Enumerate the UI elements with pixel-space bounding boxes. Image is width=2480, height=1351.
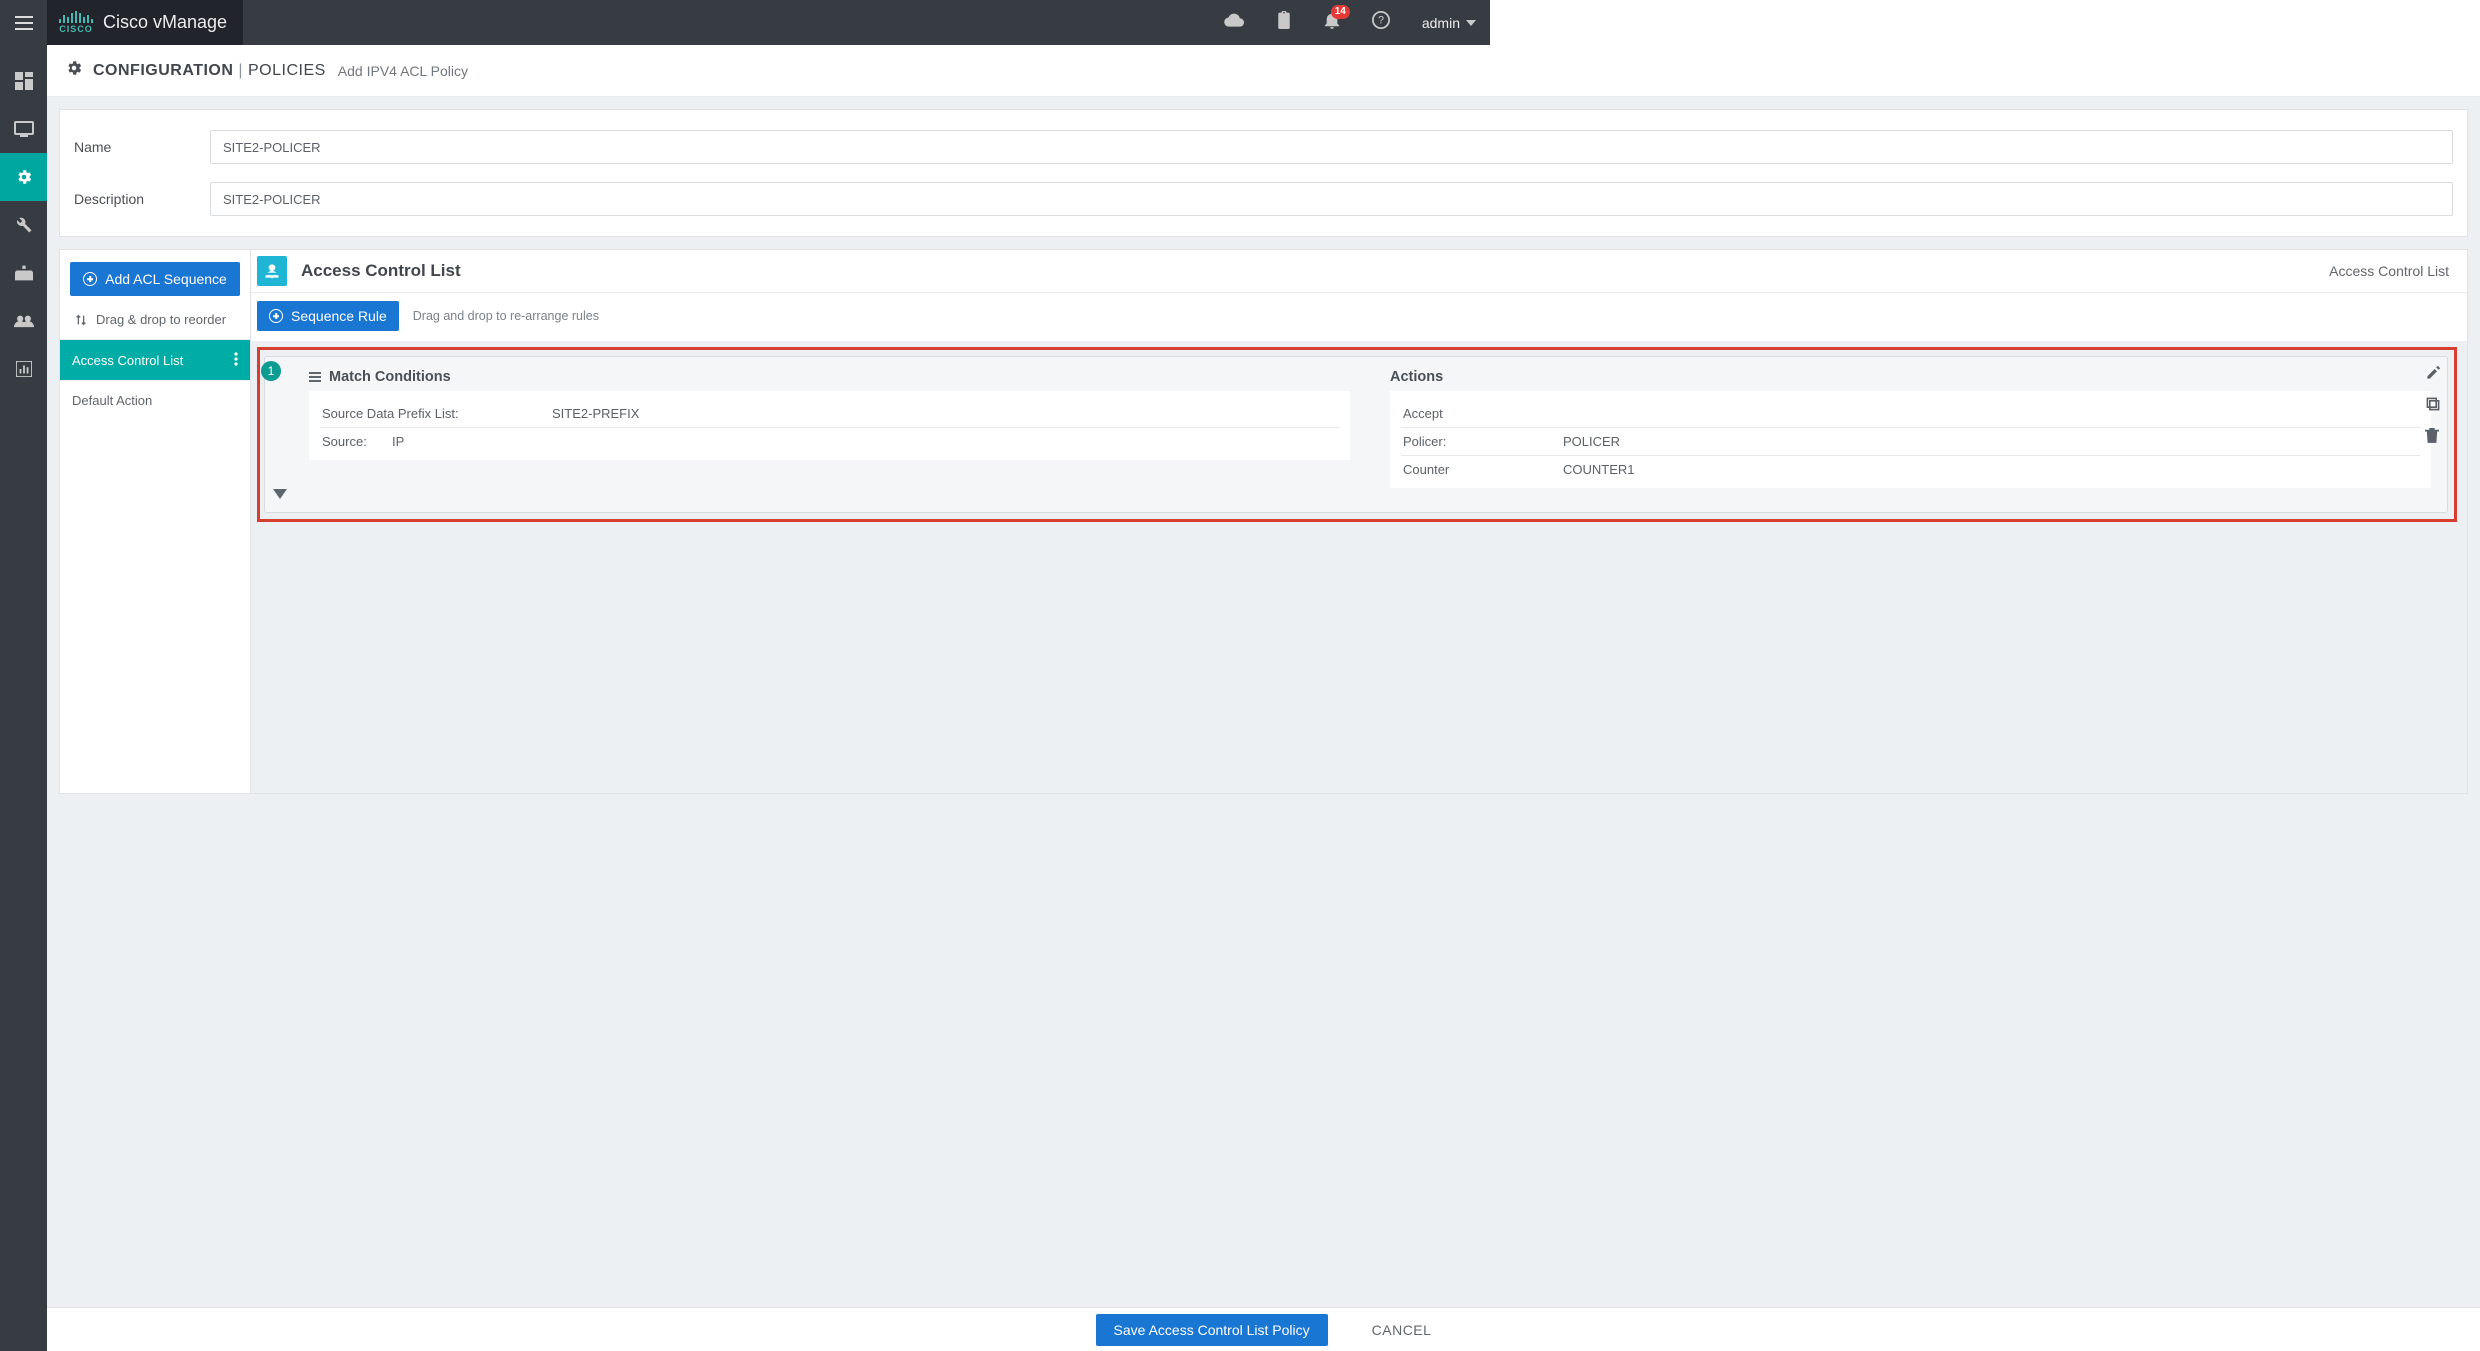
hamburger-menu-button[interactable] bbox=[0, 0, 47, 45]
nav-monitor[interactable] bbox=[0, 105, 47, 153]
nav-maintenance[interactable] bbox=[0, 249, 47, 297]
match-label: Source Data Prefix List: bbox=[322, 406, 552, 421]
rule-area-breadcrumb: Access Control List bbox=[2329, 263, 2449, 279]
nav-administration[interactable] bbox=[0, 297, 47, 345]
actions-title: Actions bbox=[1390, 369, 1443, 385]
toolbar-hint: Drag and drop to re-arrange rules bbox=[413, 309, 599, 323]
nav-analytics[interactable] bbox=[0, 345, 47, 393]
collapse-icon[interactable] bbox=[273, 486, 287, 504]
action-value: POLICER bbox=[1563, 434, 1620, 449]
page-body: CONFIGURATION | POLICIES Add IPV4 ACL Po… bbox=[47, 45, 2480, 1351]
action-label: Counter bbox=[1403, 462, 1563, 477]
app-title: Cisco vManage bbox=[103, 12, 227, 33]
rule-editor-area: Access Control List Access Control List … bbox=[251, 249, 2468, 794]
drag-handle-icon[interactable] bbox=[309, 376, 321, 378]
sidebar-item-acl[interactable]: Access Control List bbox=[60, 340, 250, 380]
sequence-side-panel: Add ACL Sequence Drag & drop to reorder … bbox=[59, 249, 251, 794]
name-input[interactable] bbox=[210, 130, 2453, 164]
description-label: Description bbox=[72, 191, 200, 207]
rule-toolbar: Sequence Rule Drag and drop to re-arrang… bbox=[251, 293, 2467, 341]
rule-highlight: 1 Match Conditions Source Data Prefix Li… bbox=[257, 347, 2457, 522]
workspace: Add ACL Sequence Drag & drop to reorder … bbox=[59, 249, 2468, 794]
nav-configuration[interactable] bbox=[0, 153, 47, 201]
rule-area-title: Access Control List bbox=[301, 261, 461, 281]
rule-area-header: Access Control List Access Control List bbox=[251, 250, 2467, 293]
action-label: Accept bbox=[1403, 406, 1563, 421]
delete-icon[interactable] bbox=[2425, 427, 2441, 448]
top-header: CISCO Cisco vManage 14 ? admin bbox=[0, 0, 1490, 45]
cisco-logo-icon: CISCO bbox=[59, 11, 93, 34]
user-menu[interactable]: admin bbox=[1422, 15, 1476, 31]
footer-bar: Save Access Control List Policy CANCEL bbox=[47, 1307, 2480, 1351]
match-label: Source: bbox=[322, 434, 392, 449]
match-value: SITE2-PREFIX bbox=[552, 406, 639, 421]
rule-number-badge: 1 bbox=[261, 361, 281, 381]
sidebar-item-default-action[interactable]: Default Action bbox=[60, 380, 250, 420]
reorder-icon bbox=[74, 313, 88, 327]
help-icon[interactable]: ? bbox=[1372, 11, 1390, 34]
description-input[interactable] bbox=[210, 182, 2453, 216]
plus-icon bbox=[269, 309, 283, 323]
menu-icon bbox=[15, 22, 33, 24]
cancel-button[interactable]: CANCEL bbox=[1372, 1322, 1432, 1338]
add-acl-sequence-button[interactable]: Add ACL Sequence bbox=[70, 262, 240, 296]
drag-reorder-hint: Drag & drop to reorder bbox=[60, 302, 250, 340]
name-label: Name bbox=[72, 139, 200, 155]
gear-icon bbox=[65, 59, 83, 82]
breadcrumb: CONFIGURATION | POLICIES Add IPV4 ACL Po… bbox=[47, 45, 2480, 97]
brand-area: CISCO Cisco vManage bbox=[47, 0, 243, 45]
notifications-count-badge: 14 bbox=[1331, 5, 1350, 19]
action-value: COUNTER1 bbox=[1563, 462, 1635, 477]
match-title: Match Conditions bbox=[329, 369, 451, 385]
nav-tools[interactable] bbox=[0, 201, 47, 249]
plus-icon bbox=[83, 272, 97, 286]
user-name: admin bbox=[1422, 15, 1460, 31]
breadcrumb-section: CONFIGURATION | POLICIES bbox=[93, 62, 326, 80]
more-icon[interactable] bbox=[234, 352, 238, 369]
cloud-icon[interactable] bbox=[1224, 13, 1244, 32]
sidebar-item-label: Default Action bbox=[72, 393, 152, 408]
match-value: IP bbox=[392, 434, 404, 449]
actions-column: Actions Accept Policer:POLICER CounterCO… bbox=[1390, 369, 2431, 488]
rules-list[interactable]: 1 Match Conditions Source Data Prefix Li… bbox=[251, 341, 2467, 793]
nav-dashboard[interactable] bbox=[0, 57, 47, 105]
breadcrumb-page: Add IPV4 ACL Policy bbox=[338, 63, 468, 79]
sidebar-item-label: Access Control List bbox=[72, 353, 183, 368]
edit-icon[interactable] bbox=[2425, 365, 2441, 386]
sequence-rule-button[interactable]: Sequence Rule bbox=[257, 301, 399, 331]
clipboard-icon[interactable] bbox=[1276, 11, 1292, 34]
match-conditions-column: Match Conditions Source Data Prefix List… bbox=[309, 369, 1350, 488]
policy-form-card: Name Description bbox=[59, 109, 2468, 237]
rule-card[interactable]: 1 Match Conditions Source Data Prefix Li… bbox=[264, 356, 2448, 513]
save-button[interactable]: Save Access Control List Policy bbox=[1096, 1314, 1328, 1346]
chevron-down-icon bbox=[1466, 20, 1476, 26]
acl-icon bbox=[257, 256, 287, 286]
action-label: Policer: bbox=[1403, 434, 1563, 449]
svg-text:?: ? bbox=[1378, 15, 1384, 27]
copy-icon[interactable] bbox=[2425, 396, 2441, 417]
notifications-bell-icon[interactable]: 14 bbox=[1324, 11, 1340, 34]
left-nav-rail bbox=[0, 45, 47, 1351]
